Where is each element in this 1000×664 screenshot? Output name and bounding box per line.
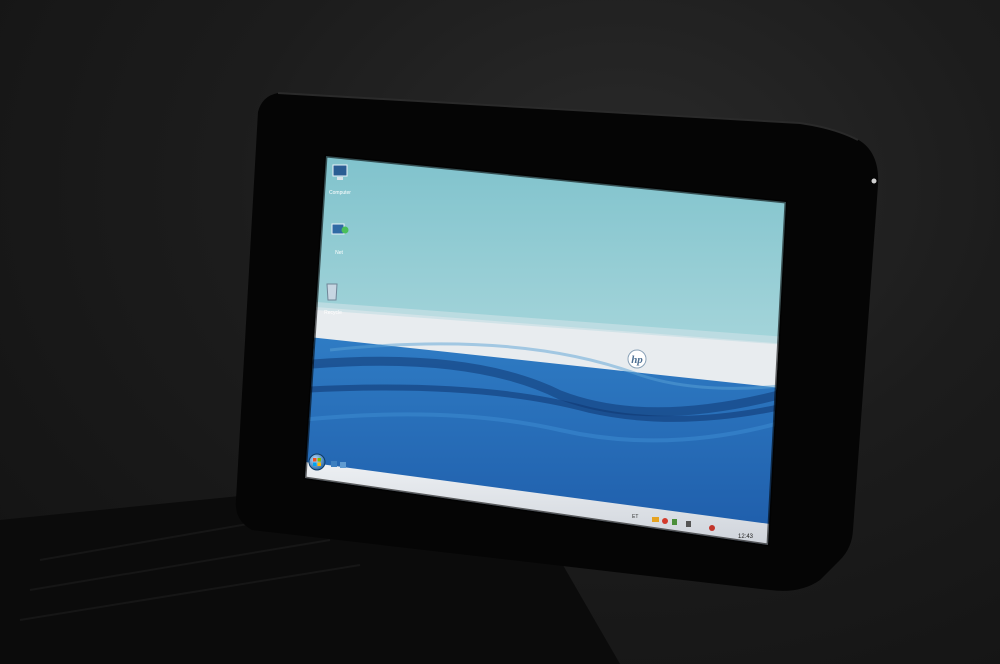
power-icon[interactable] xyxy=(709,525,715,531)
network-tray-icon[interactable] xyxy=(672,519,677,525)
webcam-led xyxy=(871,178,877,184)
laptop-photo: hp ET 12:43 Computer Net Recycle xyxy=(0,92,879,664)
desktop-icon-label: Recycle xyxy=(324,310,342,316)
windows-start-orb-icon[interactable] xyxy=(308,453,326,471)
computer-icon xyxy=(332,164,348,177)
battery-icon[interactable] xyxy=(652,517,659,522)
desktop-icon-label: Computer xyxy=(329,190,351,196)
language-indicator[interactable]: ET xyxy=(632,514,638,520)
volume-icon[interactable] xyxy=(686,521,691,527)
hp-logo-text: hp xyxy=(631,354,643,366)
switch-windows-icon[interactable] xyxy=(340,462,346,468)
recycle-bin-icon xyxy=(326,283,338,301)
show-desktop-icon[interactable] xyxy=(331,461,337,467)
desktop-icon-label: Net xyxy=(335,250,343,256)
taskbar-clock[interactable]: 12:43 xyxy=(738,534,754,540)
security-icon[interactable] xyxy=(662,518,668,524)
